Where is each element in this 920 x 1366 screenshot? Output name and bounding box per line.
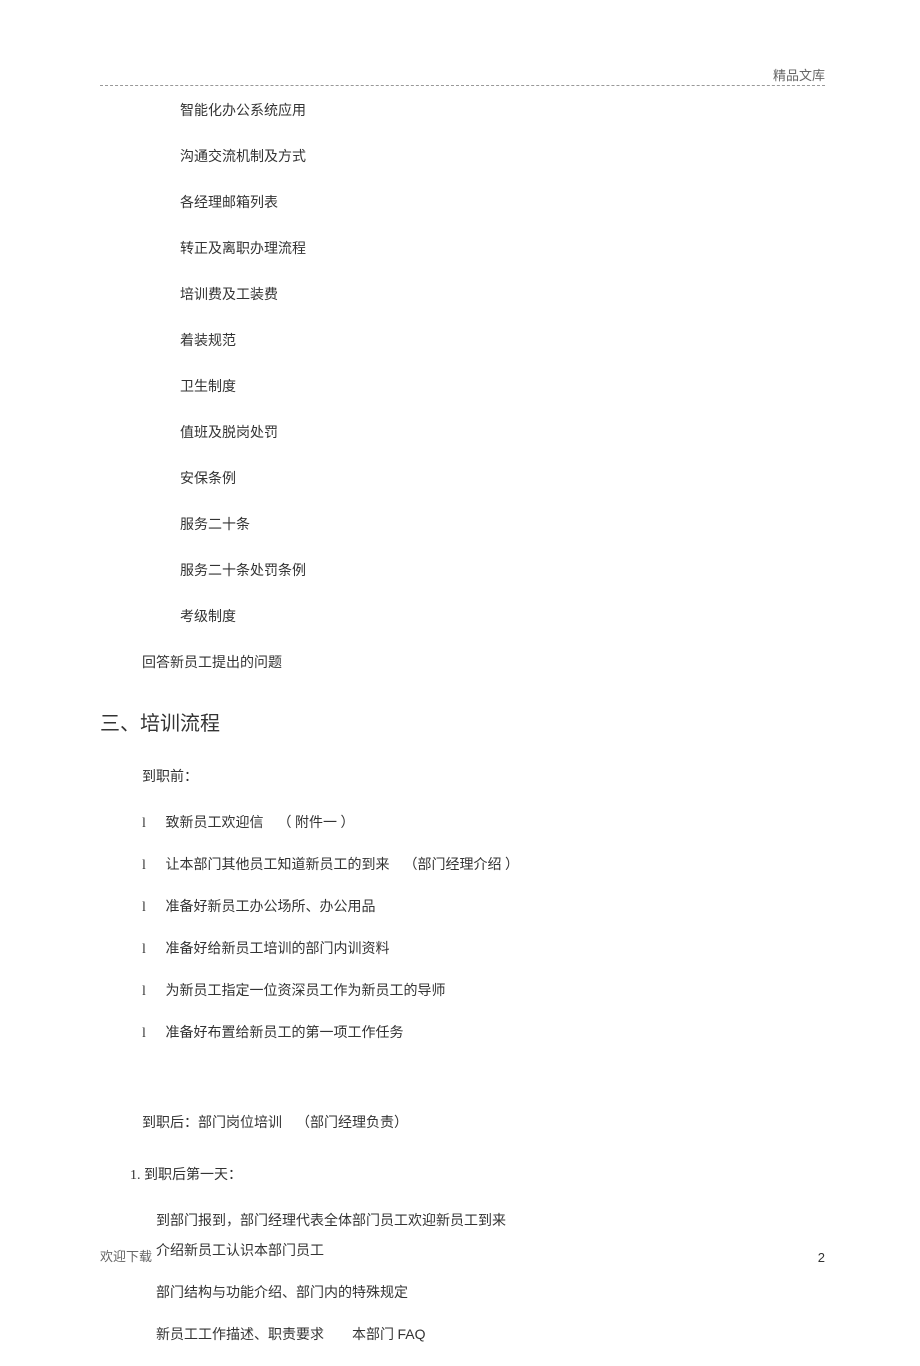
bullet-item: l 准备好新员工办公场所、办公用品 [142,896,825,916]
bullet-text: 致新员工欢迎信 [166,816,264,831]
bullet-icon: l [142,984,162,1000]
day1-heading: 1. 到职后第一天： [130,1164,825,1184]
after-label-prefix: 到职后：部门岗位培训 [142,1116,282,1131]
list-item: 智能化办公系统应用 [180,100,825,120]
bullet-item: l 准备好布置给新员工的第一项工作任务 [142,1022,825,1042]
before-label: 到职前： [142,766,825,786]
bullet-text: 准备好给新员工培训的部门内训资料 [166,942,390,957]
bullet-text: 准备好布置给新员工的第一项工作任务 [166,1026,404,1041]
bullet-item: l 致新员工欢迎信 （ 附件一 ） [142,812,825,832]
list-item: 值班及脱岗处罚 [180,422,825,442]
bullet-item: l 准备好给新员工培训的部门内训资料 [142,938,825,958]
day1-line: 部门结构与功能介绍、部门内的特殊规定 [156,1282,825,1302]
bullet-icon: l [142,942,162,958]
answer-line: 回答新员工提出的问题 [142,652,825,672]
day1-line4b: 本部门 [352,1328,394,1343]
day1-line4a: 新员工工作描述、职责要求 [156,1328,324,1343]
after-label: 到职后：部门岗位培训 （部门经理负责） [142,1112,825,1132]
day1-line: 介绍新员工认识本部门员工 [156,1240,825,1260]
after-label-suffix: （部门经理负责） [296,1116,408,1131]
footer-left: 欢迎下载 [100,1246,152,1265]
list-item: 考级制度 [180,606,825,626]
bullet-icon: l [142,858,162,874]
list-item: 服务二十条 [180,514,825,534]
list-item: 各经理邮箱列表 [180,192,825,212]
bullet-suffix: （部门经理介绍 ） [404,858,520,873]
list-item: 沟通交流机制及方式 [180,146,825,166]
list-item: 着装规范 [180,330,825,350]
bullet-item: l 让本部门其他员工知道新员工的到来 （部门经理介绍 ） [142,854,825,874]
header-divider [100,85,825,86]
bullet-icon: l [142,1026,162,1042]
bullet-icon: l [142,816,162,832]
list-item: 转正及离职办理流程 [180,238,825,258]
list-item: 安保条例 [180,468,825,488]
bullet-item: l 为新员工指定一位资深员工作为新员工的导师 [142,980,825,1000]
page-number: 2 [818,1250,825,1265]
document-content: 智能化办公系统应用 沟通交流机制及方式 各经理邮箱列表 转正及离职办理流程 培训… [100,100,825,1366]
list-item: 服务二十条处罚条例 [180,560,825,580]
day1-line: 到部门报到，部门经理代表全体部门员工欢迎新员工到来 [156,1210,825,1230]
bullet-text: 让本部门其他员工知道新员工的到来 [166,858,390,873]
bullet-text: 准备好新员工办公场所、办公用品 [166,900,376,915]
list-item: 培训费及工装费 [180,284,825,304]
day1-faq: FAQ [398,1326,426,1342]
bullet-icon: l [142,900,162,916]
header-label: 精品文库 [773,65,825,84]
section-heading-3: 三、培训流程 [100,707,825,736]
bullet-text: 为新员工指定一位资深员工作为新员工的导师 [166,984,446,999]
bullet-suffix: （ 附件一 ） [278,816,355,831]
day1-line: 新员工工作描述、职责要求 本部门 FAQ [156,1324,825,1344]
list-item: 卫生制度 [180,376,825,396]
